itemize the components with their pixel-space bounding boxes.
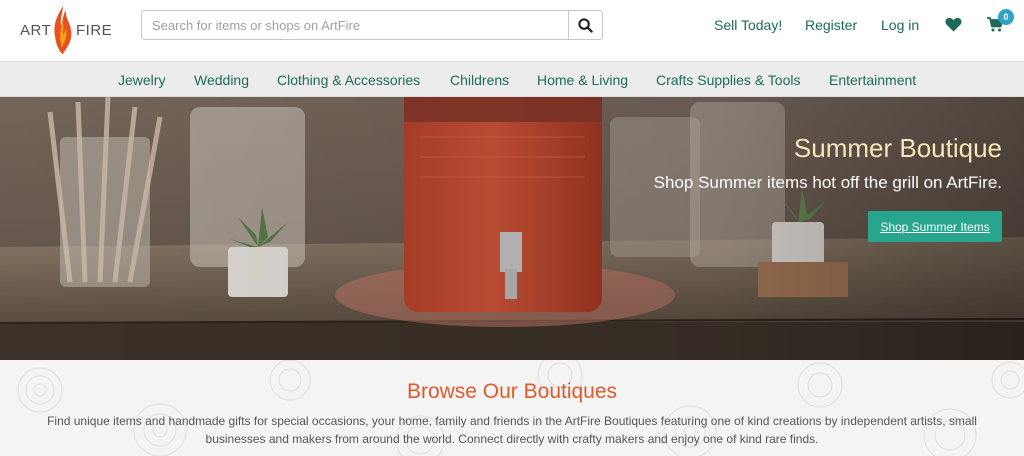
browse-boutiques-heading: Browse Our Boutiques (406, 380, 618, 403)
nav-item-crafts-supplies-tools[interactable]: Crafts Supplies & Tools (656, 72, 800, 88)
flame-icon (54, 6, 72, 54)
shop-summer-items-button[interactable]: Shop Summer Items (868, 211, 1002, 242)
nav-item-entertainment[interactable]: Entertainment (829, 72, 916, 88)
sell-today-link[interactable]: Sell Today! (714, 17, 782, 33)
search-button[interactable] (568, 10, 603, 40)
search-input[interactable] (141, 10, 568, 40)
hero-banner: Summer Boutique Shop Summer items hot of… (0, 97, 1024, 360)
heart-icon (945, 17, 962, 32)
logo-text-art: ART (20, 22, 52, 39)
artfire-logo[interactable]: ART FIRE (18, 4, 118, 56)
category-nav: Jewelry Wedding Clothing & Accessories C… (0, 61, 1024, 97)
search-bar (141, 10, 603, 40)
site-header: ART FIRE Sell Today! Register Log in (0, 0, 1024, 61)
nav-item-home-living[interactable]: Home & Living (537, 72, 628, 88)
nav-item-childrens[interactable]: Childrens (450, 72, 509, 88)
nav-item-clothing-accessories[interactable]: Clothing & Accessories (277, 72, 420, 88)
favorites-button[interactable] (945, 17, 962, 37)
browse-boutiques-section: Browse Our Boutiques Find unique items a… (0, 360, 1024, 456)
nav-item-jewelry[interactable]: Jewelry (118, 72, 165, 88)
logo-text-fire: FIRE (76, 22, 113, 39)
register-link[interactable]: Register (805, 17, 857, 33)
search-icon (578, 17, 593, 33)
browse-boutiques-description: Find unique items and handmade gifts for… (47, 414, 977, 446)
login-link[interactable]: Log in (881, 17, 919, 33)
hero-subtitle: Shop Summer items hot off the grill on A… (653, 173, 1002, 192)
nav-item-wedding[interactable]: Wedding (194, 72, 249, 88)
cart-count-badge: 0 (998, 9, 1014, 25)
hero-title: Summer Boutique (793, 133, 1002, 163)
